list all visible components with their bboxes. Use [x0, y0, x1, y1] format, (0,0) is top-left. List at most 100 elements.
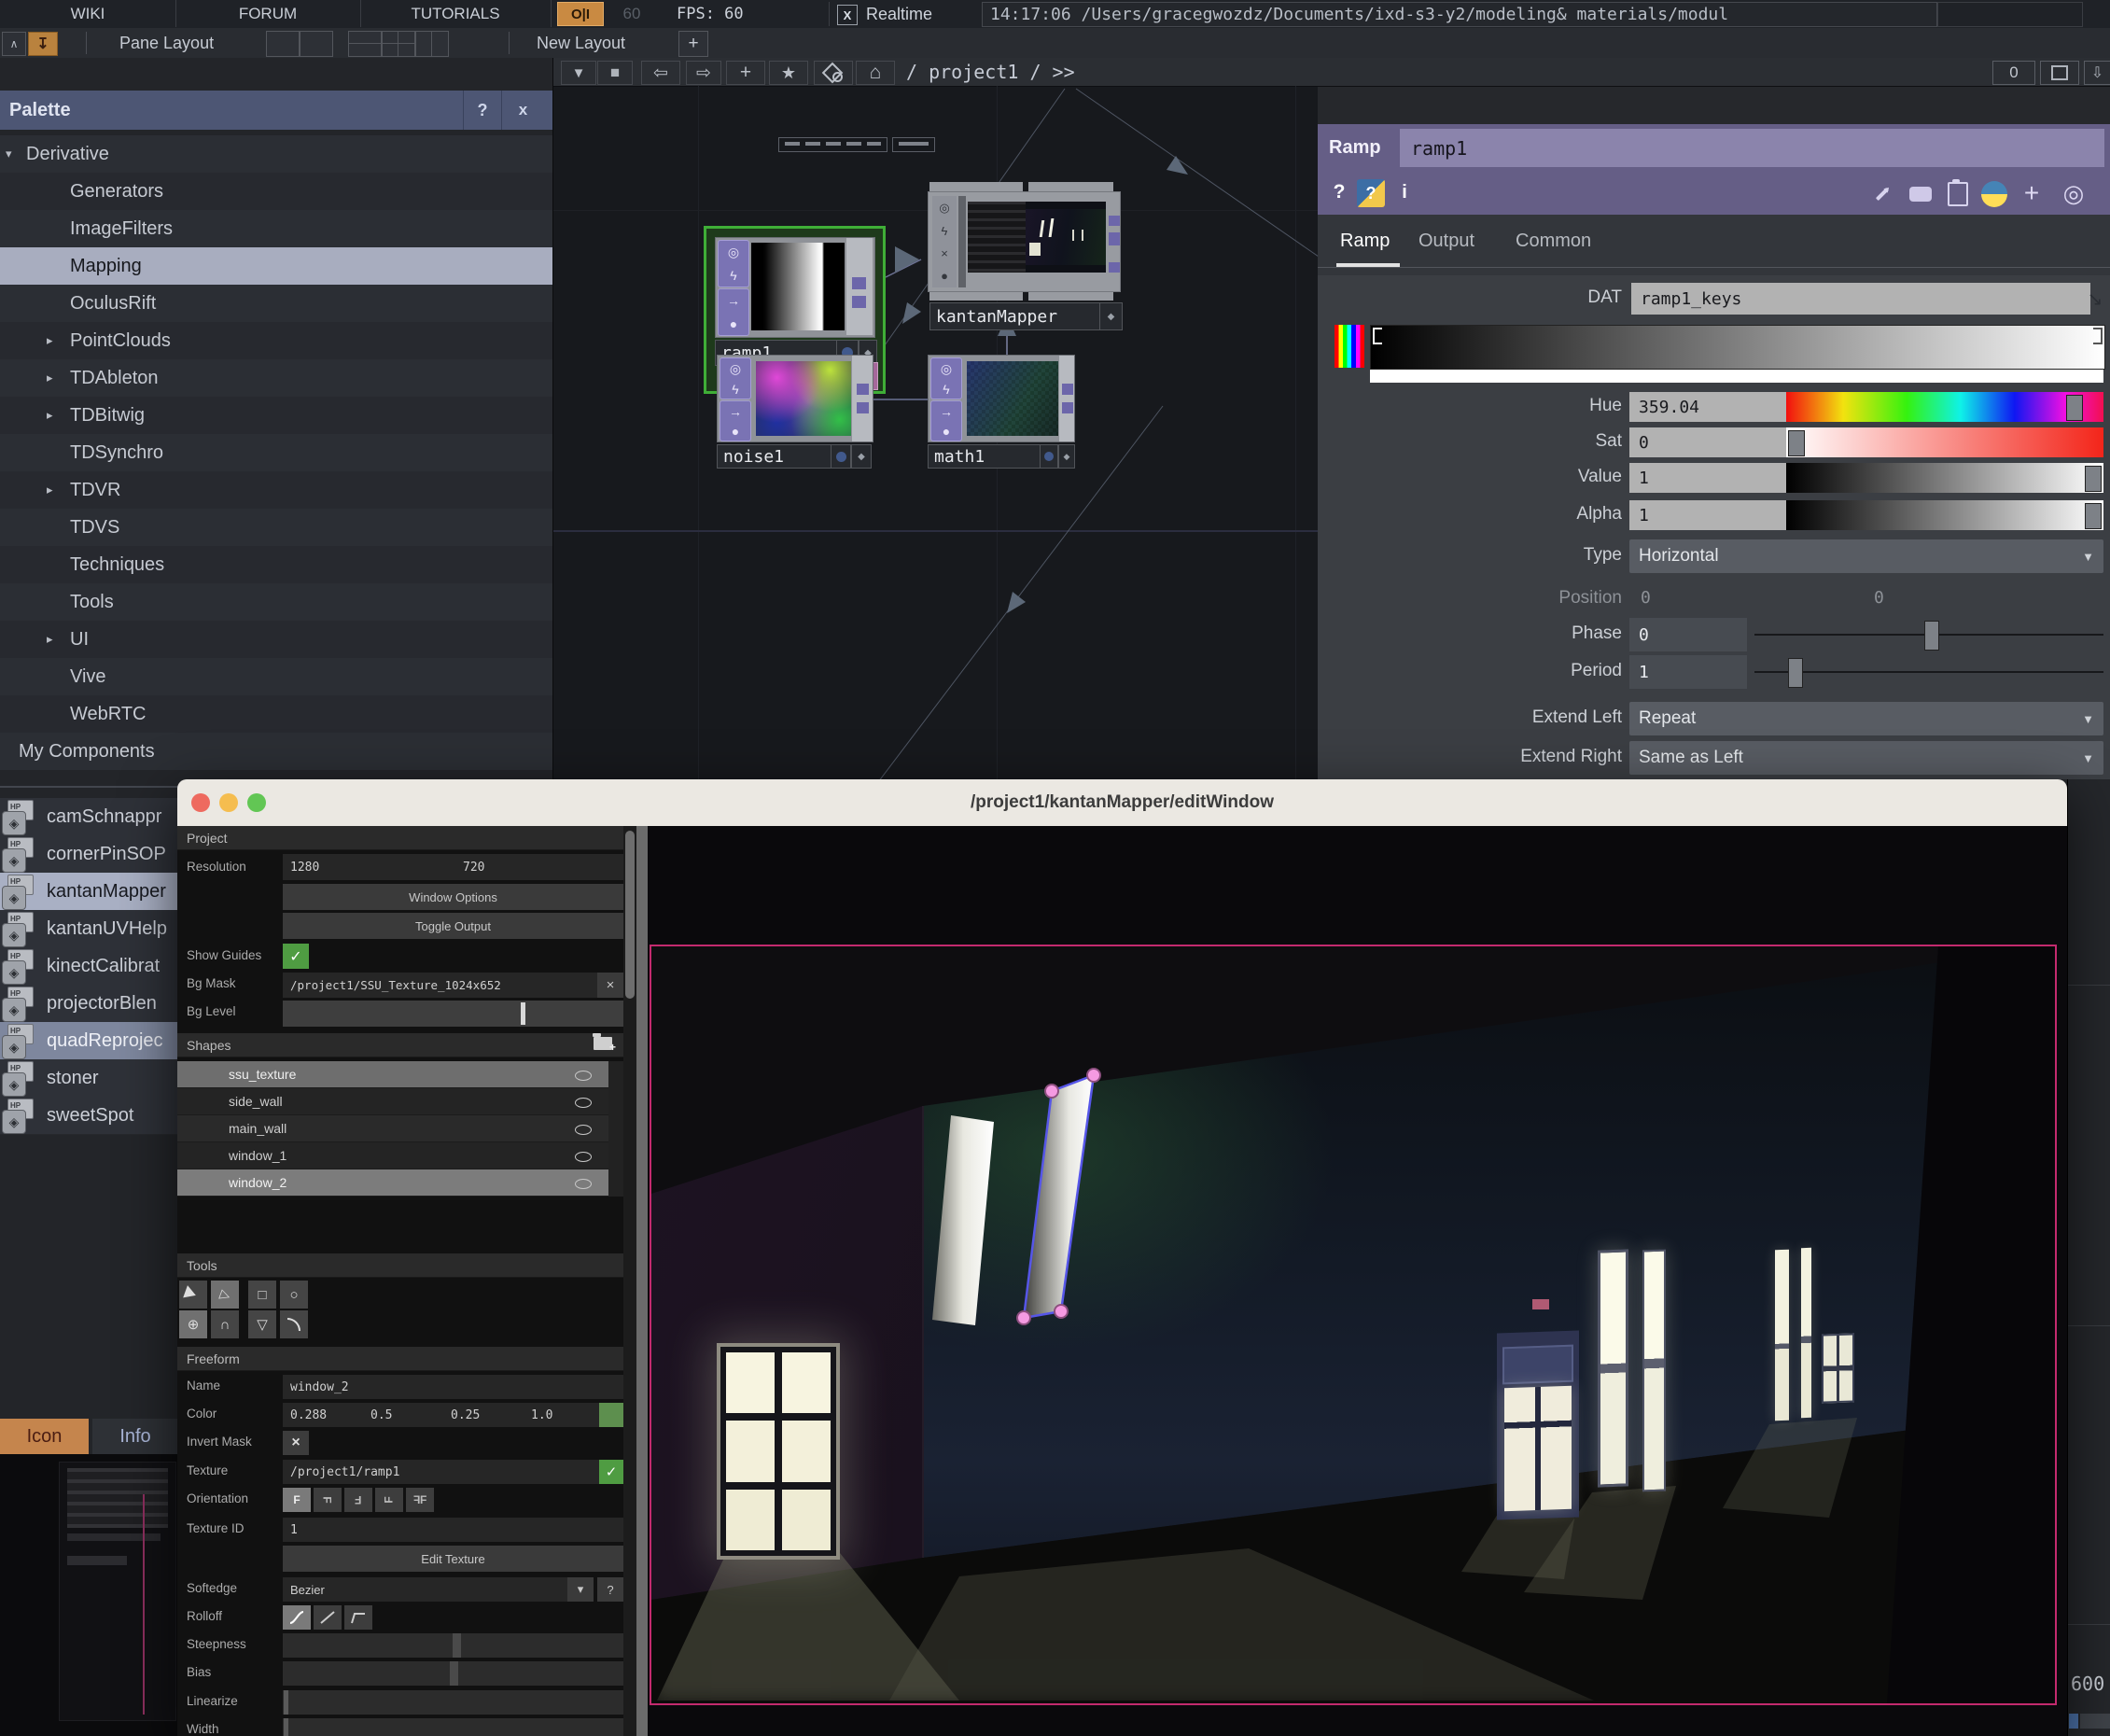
rolloff-step-button[interactable] — [344, 1605, 372, 1630]
orientation-270-button[interactable]: F — [375, 1488, 403, 1512]
layout-preset-single-2[interactable] — [300, 31, 333, 57]
edit-texture-button[interactable]: Edit Texture — [283, 1546, 623, 1572]
panel-scrollbar-track[interactable] — [623, 826, 636, 1736]
forward-button[interactable]: ⇨ — [686, 61, 721, 85]
window-icon[interactable] — [2040, 61, 2079, 85]
color-swatch[interactable] — [599, 1403, 623, 1427]
node-flags-icons[interactable]: →● — [930, 400, 962, 441]
palette-tree-vive[interactable]: Vive — [0, 658, 552, 695]
node-output-connector[interactable] — [1062, 402, 1073, 413]
orientation-90-button[interactable]: F — [314, 1488, 342, 1512]
softedge-help-button[interactable]: ? — [597, 1577, 623, 1602]
tutorials-button[interactable]: TUTORIALS — [360, 0, 552, 27]
chevron-down-icon[interactable]: ▾ — [6, 135, 12, 173]
pen-tool-icon[interactable]: ▽ — [248, 1310, 276, 1338]
palette-tree-techniques[interactable]: Techniques — [0, 546, 552, 583]
alpha-value-field[interactable]: 1 — [1629, 500, 1790, 530]
hue-slider[interactable] — [1786, 392, 2103, 422]
sat-slider[interactable] — [1786, 427, 2103, 457]
breadcrumb[interactable]: / project1 / >> — [906, 58, 1075, 86]
bookmark-star-button[interactable]: ★ — [769, 61, 808, 85]
color-g-field[interactable]: 0.5 — [363, 1403, 447, 1427]
python-icon[interactable] — [1978, 180, 2010, 208]
window-title-bar[interactable]: /project1/kantanMapper/editWindow — [177, 779, 2067, 826]
orientation-0-button[interactable]: F — [283, 1488, 311, 1512]
ramp-palette-swatch[interactable] — [1334, 325, 1364, 368]
node-flags-icons[interactable]: ◎ϟ×● — [932, 196, 957, 287]
texture-confirm-checkbox[interactable]: ✓ — [599, 1460, 623, 1484]
shape-row-main-wall[interactable]: main_wall — [177, 1115, 608, 1142]
add-operator-button[interactable]: + — [726, 61, 765, 85]
node-output-connector[interactable] — [857, 402, 869, 413]
tab-ramp[interactable]: Ramp — [1340, 222, 1390, 259]
palette-help-button[interactable]: ? — [463, 91, 501, 130]
wiki-button[interactable]: WIKI — [0, 0, 176, 27]
softedge-dropdown-arrow[interactable]: ▾ — [567, 1577, 594, 1602]
node-output-connector[interactable] — [852, 296, 866, 308]
node-spark-icon[interactable]: ◆ — [1099, 302, 1123, 330]
tab-info[interactable]: Info — [92, 1419, 178, 1454]
collapse-toolbar-button[interactable]: ∧ — [2, 32, 26, 56]
help-icon[interactable]: ? — [1327, 177, 1351, 207]
palette-tree-generators[interactable]: Generators — [0, 173, 552, 210]
clipboard-icon[interactable] — [1943, 181, 1973, 207]
toggle-output-button[interactable]: Toggle Output — [283, 913, 623, 939]
quad-corner-handle[interactable] — [1087, 1069, 1100, 1082]
quad-corner-handle[interactable] — [1017, 1311, 1030, 1324]
chevron-right-icon[interactable]: ▸ — [47, 359, 53, 397]
palette-tree-mapping[interactable]: Mapping — [0, 247, 552, 285]
panel-divider[interactable] — [636, 826, 648, 1736]
bias-slider[interactable] — [283, 1661, 623, 1686]
node-output-connector[interactable] — [852, 277, 866, 289]
rolloff-scurve-button[interactable] — [283, 1605, 311, 1630]
texture-id-field[interactable]: 1 — [283, 1518, 631, 1542]
palette-tree-tools[interactable]: Tools — [0, 583, 552, 621]
layout-preset-grid[interactable] — [382, 31, 415, 57]
midi-oi-toggle[interactable]: O|I — [557, 2, 604, 26]
bg-mask-field[interactable]: /project1/SSU_Texture_1024x652 — [283, 973, 602, 998]
node-color-dot-icon[interactable] — [831, 444, 851, 469]
shape-name-field[interactable]: window_2 — [283, 1375, 631, 1399]
bg-level-handle[interactable] — [521, 1002, 525, 1025]
add-shape-folder-icon[interactable]: + — [594, 1037, 612, 1050]
node-output-connector[interactable] — [1109, 216, 1120, 226]
home-icon[interactable]: ⌂ — [856, 61, 895, 85]
panel-scrollbar-thumb[interactable] — [625, 831, 635, 999]
timeline-end-frame[interactable]: 600 — [2071, 1673, 2104, 1695]
new-layout-add-button[interactable]: + — [678, 31, 708, 57]
palette-tree-tdsynchro[interactable]: TDSynchro — [0, 434, 552, 471]
freeform-shape-tool-icon[interactable]: ○ — [280, 1281, 308, 1309]
select-tool-icon[interactable] — [179, 1281, 207, 1309]
orientation-180-button[interactable]: F — [344, 1488, 372, 1512]
zoom-traffic-light[interactable] — [247, 793, 266, 812]
dat-connect-icon[interactable]: ↘ — [2083, 286, 2107, 312]
show-guides-checkbox[interactable]: ✓ — [283, 944, 309, 969]
width-slider[interactable] — [283, 1718, 623, 1736]
node-output-connector[interactable] — [1062, 384, 1073, 395]
shape-window-2-quad[interactable] — [1024, 1075, 1094, 1318]
shape-window-1-quad[interactable] — [932, 1115, 994, 1325]
tab-icon[interactable]: Icon — [0, 1419, 89, 1454]
texture-path-field[interactable]: /project1/ramp1 — [283, 1460, 602, 1484]
node-noise1-name[interactable]: noise1 — [717, 444, 836, 469]
palette-tree-tdvs[interactable]: TDVS — [0, 509, 552, 546]
color-r-field[interactable]: 0.288 — [283, 1403, 367, 1427]
tab-output[interactable]: Output — [1418, 222, 1474, 259]
node-flags-viewer-icon[interactable]: ◎ϟ — [718, 240, 749, 287]
ramp-key-right[interactable] — [2093, 328, 2103, 344]
node-output-connector[interactable] — [1109, 262, 1120, 273]
node-math1-name[interactable]: math1 — [928, 444, 1045, 469]
period-slider-handle[interactable] — [1788, 658, 1803, 688]
visibility-eye-icon[interactable] — [575, 1152, 592, 1162]
palette-tree-webrtc[interactable]: WebRTC — [0, 695, 552, 733]
chevron-right-icon[interactable]: ▸ — [47, 397, 53, 434]
quad-corner-handle[interactable] — [1045, 1085, 1058, 1098]
curve-tool-icon[interactable] — [280, 1310, 308, 1338]
resolution-height-field[interactable]: 720 — [455, 854, 631, 880]
node-output-connector[interactable] — [857, 384, 869, 395]
bg-mask-clear-button[interactable]: × — [597, 973, 623, 998]
palette-tree-tdbitwig[interactable]: ▸TDBitwig — [0, 397, 552, 434]
python-help-icon[interactable]: ? — [1357, 179, 1385, 207]
arch-tool-icon[interactable]: ∩ — [211, 1310, 239, 1338]
quad-corner-handle[interactable] — [1055, 1305, 1068, 1318]
